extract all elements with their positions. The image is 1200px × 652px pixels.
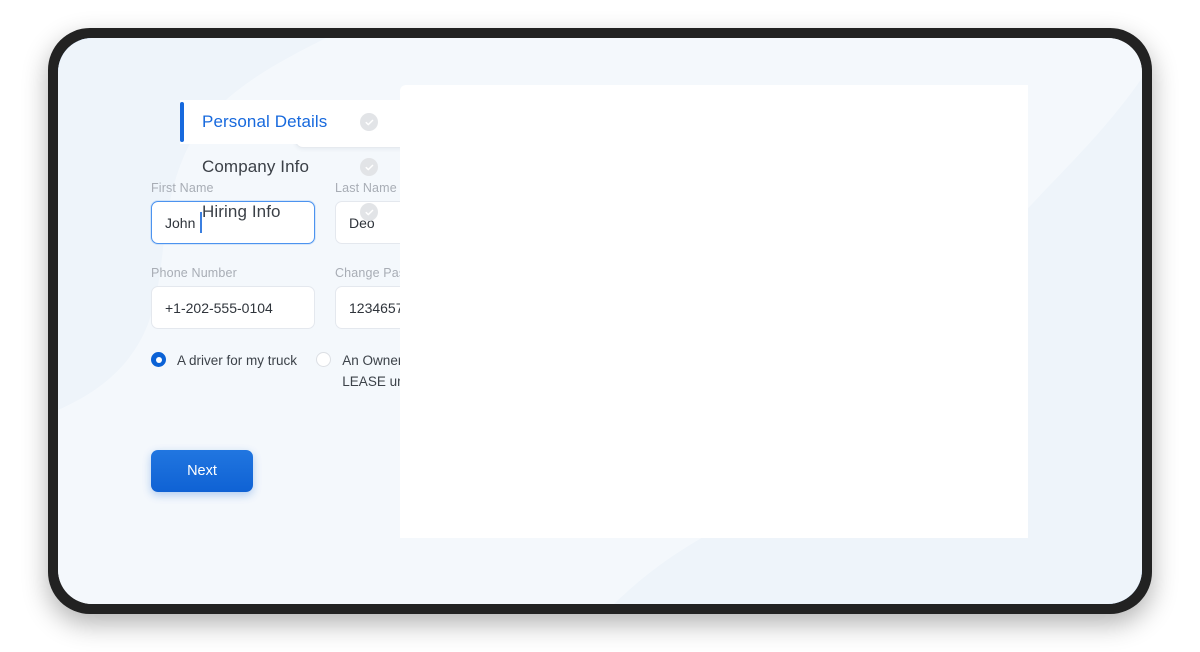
step-sidebar: Personal Details Company Info Hiring Inf… (180, 100, 402, 234)
phone-number-input[interactable] (151, 286, 315, 329)
sidebar-item-personal-details[interactable]: Personal Details (180, 100, 402, 144)
sidebar-item-hiring-info[interactable]: Hiring Info (180, 190, 402, 234)
sidebar-item-company-info[interactable]: Company Info (180, 145, 402, 189)
radio-option-driver[interactable]: A driver for my truck (151, 351, 316, 414)
screenshot-root: Personal Details Company Info Hiring Inf… (0, 0, 1200, 652)
phone-number-label: Phone Number (151, 266, 237, 280)
radio-option-label: A driver for my truck (177, 353, 298, 368)
sidebar-item-label: Company Info (202, 157, 310, 176)
field-phone-number: Phone Number (151, 266, 315, 329)
step-check-icon (360, 113, 378, 131)
device-frame: Personal Details Company Info Hiring Inf… (48, 28, 1152, 614)
radio-indicator[interactable] (316, 352, 332, 367)
sidebar-item-label: Hiring Info (202, 202, 281, 221)
form-card (400, 85, 1028, 538)
step-check-icon (360, 203, 378, 221)
radio-indicator-selected[interactable] (151, 352, 166, 367)
step-check-icon (360, 158, 378, 176)
device-screen: Personal Details Company Info Hiring Inf… (58, 38, 1142, 604)
sidebar-item-label: Personal Details (202, 112, 328, 131)
next-button[interactable]: Next (151, 449, 253, 492)
